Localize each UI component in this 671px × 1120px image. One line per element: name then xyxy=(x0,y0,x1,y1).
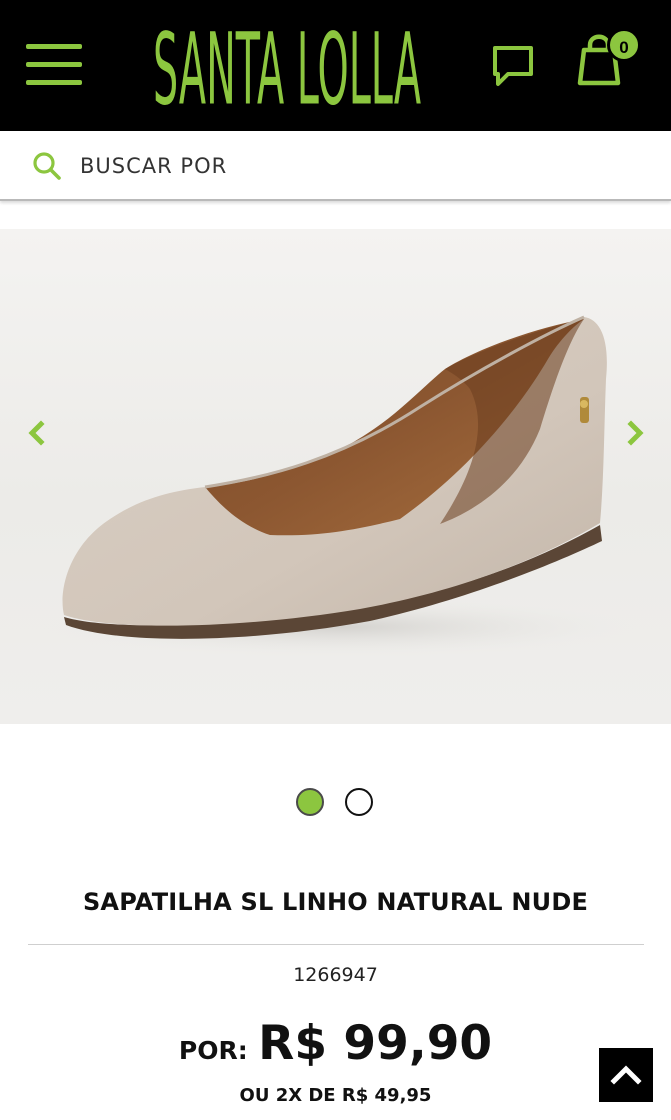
site-header: SANTA LOLLA 0 xyxy=(0,0,671,131)
menu-bar-bottom xyxy=(26,80,82,85)
search-icon[interactable] xyxy=(32,151,62,181)
chevron-up-icon xyxy=(610,1065,642,1085)
cart-button[interactable]: 0 xyxy=(576,28,646,90)
menu-bar-top xyxy=(26,44,82,49)
gallery-pagination xyxy=(296,788,386,818)
product-image xyxy=(40,315,640,657)
price-label: POR: xyxy=(178,1036,248,1065)
product-image-gallery[interactable] xyxy=(0,229,671,724)
search-input[interactable] xyxy=(80,146,640,186)
gallery-dot-2[interactable] xyxy=(345,788,373,816)
product-sku: 1266947 xyxy=(293,964,378,986)
price-value: R$ 99,90 xyxy=(258,1016,493,1071)
hamburger-menu-icon[interactable] xyxy=(26,44,82,86)
chevron-right-icon[interactable] xyxy=(616,413,656,453)
search-bar xyxy=(0,131,671,201)
cart-count-badge: 0 xyxy=(607,28,641,62)
installments-text: OU 2X DE R$ 49,95 xyxy=(239,1085,432,1106)
chevron-left-icon[interactable] xyxy=(18,413,58,453)
menu-bar-middle xyxy=(26,62,82,67)
price-row: POR: R$ 99,90 xyxy=(0,1016,671,1071)
brand-logo-text: SANTA LOLLA xyxy=(153,12,421,123)
chat-icon[interactable] xyxy=(490,44,536,88)
brand-logo[interactable]: SANTA LOLLA xyxy=(150,8,425,123)
back-to-top-button[interactable] xyxy=(599,1048,653,1102)
product-title: SAPATILHA SL LINHO NATURAL NUDE xyxy=(82,888,589,916)
gallery-dot-1[interactable] xyxy=(296,788,324,816)
divider xyxy=(28,944,644,945)
